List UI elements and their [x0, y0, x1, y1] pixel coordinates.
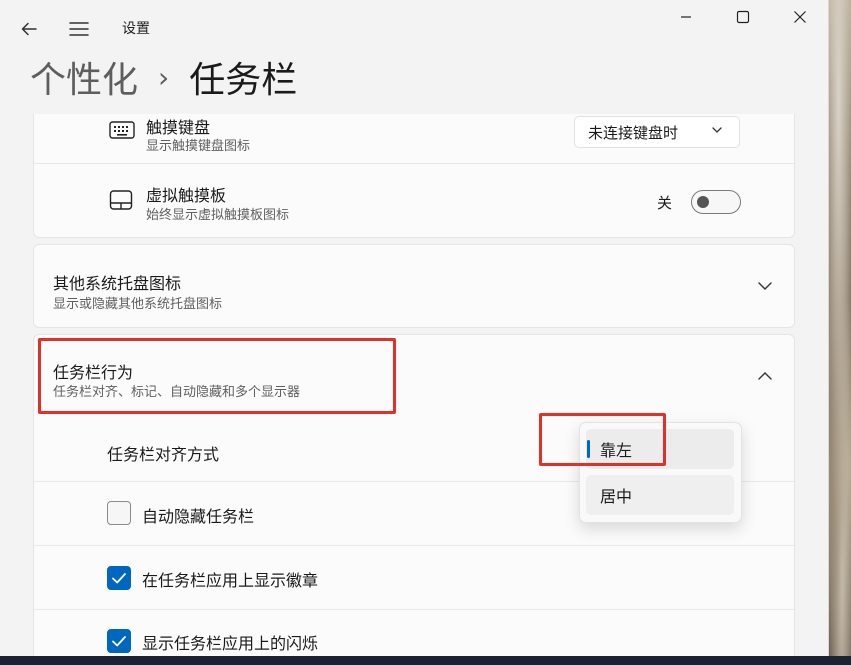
chevron-down-icon: [711, 124, 723, 139]
touchpad-icon: [108, 188, 134, 212]
hamburger-menu-icon[interactable]: [64, 14, 94, 44]
chevron-down-icon: [756, 277, 776, 297]
close-icon[interactable]: [777, 2, 823, 32]
annotation-highlight-box: [38, 338, 396, 414]
chevron-up-icon: [756, 367, 776, 387]
breadcrumb-parent[interactable]: 个性化: [30, 51, 138, 103]
touch-keyboard-subtitle: 显示触摸键盘图标: [146, 139, 251, 154]
annotation-highlight-box: [539, 413, 666, 466]
page-title: 任务栏: [189, 60, 298, 101]
touch-keyboard-row: 触摸键盘 显示触摸键盘图标 未连接键盘时: [33, 114, 795, 164]
alignment-option-center-label: 居中: [600, 487, 633, 506]
app-title: 设置: [122, 21, 150, 37]
auto-hide-checkbox[interactable]: [107, 501, 131, 525]
show-badges-row: 在任务栏应用上显示徽章: [33, 546, 795, 610]
show-flashing-checkbox[interactable]: [107, 629, 131, 653]
checkmark-icon: [112, 636, 126, 647]
touch-keyboard-dropdown[interactable]: 未连接键盘时: [574, 116, 740, 148]
touch-keyboard-dropdown-value: 未连接键盘时: [588, 123, 679, 142]
checkmark-icon: [112, 573, 126, 584]
toggle-state-label: 关: [657, 194, 673, 212]
other-tray-icons-card[interactable]: 其他系统托盘图标 显示或隐藏其他系统托盘图标: [33, 244, 795, 328]
virtual-touchpad-row: 虚拟触摸板 始终显示虚拟触摸板图标 关: [33, 164, 795, 238]
show-flashing-row: 显示任务栏应用上的闪烁: [33, 610, 795, 656]
title-bar: 设置: [0, 0, 828, 56]
auto-hide-label: 自动隐藏任务栏: [142, 507, 255, 526]
virtual-touchpad-toggle[interactable]: [691, 190, 741, 214]
show-flashing-label: 显示任务栏应用上的闪烁: [142, 634, 319, 653]
breadcrumb: 个性化 › 任务栏: [30, 52, 297, 102]
keyboard-icon: [108, 118, 136, 142]
settings-window: 设置 个性化 › 任务栏 触摸键盘 显示触摸键盘图标 未连接键盘时 虚拟触摸板 …: [0, 0, 829, 656]
back-arrow-icon[interactable]: [14, 14, 44, 44]
os-taskbar: [0, 656, 851, 665]
show-badges-label: 在任务栏应用上显示徽章: [142, 571, 319, 590]
virtual-touchpad-subtitle: 始终显示虚拟触摸板图标: [146, 208, 290, 223]
breadcrumb-separator-icon: ›: [158, 60, 170, 94]
taskbar-alignment-label: 任务栏对齐方式: [107, 445, 220, 464]
virtual-touchpad-title: 虚拟触摸板: [146, 186, 227, 205]
other-tray-icons-subtitle: 显示或隐藏其他系统托盘图标: [53, 297, 223, 312]
alignment-option-center[interactable]: 居中: [586, 475, 734, 515]
toggle-knob: [697, 196, 709, 208]
other-tray-icons-title: 其他系统托盘图标: [53, 274, 182, 293]
maximize-icon[interactable]: [720, 2, 766, 32]
show-badges-checkbox[interactable]: [107, 566, 131, 590]
minimize-icon[interactable]: [663, 2, 709, 32]
